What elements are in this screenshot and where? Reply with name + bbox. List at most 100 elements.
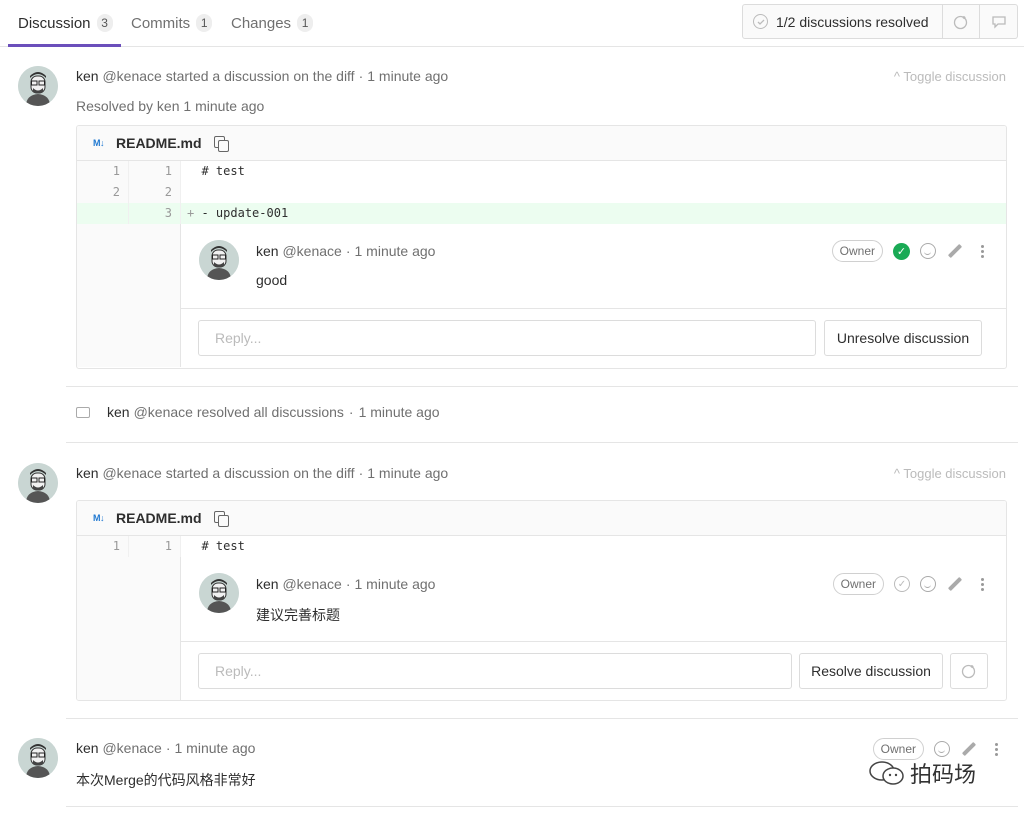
markdown-icon: M↓ (93, 513, 105, 523)
reply-row: Reply... Unresolve discussion (181, 309, 1006, 367)
tab-count-badge: 3 (96, 14, 113, 32)
new-issue-button[interactable] (950, 653, 988, 689)
separator: · (358, 465, 364, 481)
tab-label: Commits (131, 14, 191, 32)
timestamp[interactable]: 1 minute ago (355, 576, 436, 592)
tab-discussion[interactable]: Discussion 3 (18, 0, 113, 46)
note-actions: Owner ✓ (831, 240, 992, 262)
more-actions-icon[interactable] (988, 740, 1006, 758)
author-handle[interactable]: @kenace (282, 576, 341, 592)
new-line-number[interactable]: 1 (129, 161, 181, 182)
system-note-text: @kenace resolved all discussions (133, 404, 344, 420)
markdown-icon: M↓ (93, 138, 105, 148)
new-line-number[interactable]: 2 (129, 182, 181, 203)
timestamp[interactable]: 1 minute ago (359, 404, 440, 420)
old-line-number[interactable]: 2 (77, 182, 129, 203)
active-tab-indicator (8, 44, 121, 47)
tab-bar: Discussion 3 Commits 1 Changes 1 1/2 dis… (0, 0, 1024, 47)
diff-line: 1 1 # test (77, 161, 1006, 182)
unresolve-discussion-button[interactable]: Unresolve discussion (824, 320, 982, 356)
file-header: M↓ README.md (77, 501, 1006, 536)
copy-icon[interactable] (213, 511, 229, 527)
author-handle[interactable]: @kenace (102, 740, 161, 756)
tab-label: Discussion (18, 14, 91, 32)
smiley-icon[interactable] (934, 741, 950, 757)
file-name[interactable]: README.md (116, 135, 202, 151)
more-actions-icon[interactable] (974, 242, 992, 260)
author-name[interactable]: ken (76, 740, 99, 756)
resolved-check-icon[interactable]: ✓ (893, 242, 910, 260)
code-line: # test (181, 536, 1006, 557)
toggle-label: Toggle discussion (903, 69, 1006, 84)
timestamp[interactable]: 1 minute ago (175, 740, 256, 756)
avatar[interactable] (18, 738, 58, 778)
resolve-check-icon[interactable]: ✓ (894, 576, 910, 592)
discussion-header: ken @kenace started a discussion on the … (76, 465, 448, 481)
author-handle[interactable]: @kenace (102, 465, 161, 481)
avatar[interactable] (199, 573, 239, 613)
edit-icon[interactable] (946, 575, 964, 593)
create-issue-button[interactable] (980, 5, 1017, 38)
timestamp[interactable]: 1 minute ago (355, 243, 436, 259)
notes-gutter (77, 224, 181, 367)
resolved-status-text: 1/2 discussions resolved (776, 13, 929, 30)
divider (66, 718, 1018, 719)
diff-line: 2 2 (77, 182, 1006, 203)
reply-input[interactable]: Reply... (198, 320, 816, 356)
new-line-number[interactable]: 1 (129, 536, 181, 557)
comment-body: 本次Merge的代码风格非常好 (76, 772, 256, 788)
add-reaction-icon (961, 664, 976, 679)
comment-icon (991, 15, 1006, 29)
old-line-number[interactable] (77, 203, 129, 224)
author-handle[interactable]: @kenace (282, 243, 341, 259)
author-name[interactable]: ken (107, 404, 130, 420)
code-text: - update-001 (201, 206, 289, 220)
toggle-discussion-button[interactable]: ^ Toggle discussion (894, 69, 1006, 84)
jump-to-unresolved-button[interactable] (943, 5, 980, 38)
avatar[interactable] (199, 240, 239, 280)
note: ken @kenace · 1 minute ago Owner ✓ 建议完善标题 (181, 557, 1006, 642)
new-line-number[interactable]: 3 (129, 203, 181, 224)
smiley-icon[interactable] (920, 576, 936, 592)
discussion-header: ken @kenace started a discussion on the … (76, 68, 448, 84)
author-name[interactable]: ken (256, 576, 279, 592)
comment-icon (76, 406, 90, 418)
resolve-discussion-button[interactable]: Resolve discussion (799, 653, 943, 689)
toggle-discussion-button[interactable]: ^ Toggle discussion (894, 466, 1006, 481)
separator: · (345, 243, 351, 259)
avatar[interactable] (18, 463, 58, 503)
timestamp[interactable]: 1 minute ago (367, 465, 448, 481)
note-header: ken @kenace · 1 minute ago (256, 243, 435, 259)
old-line-number[interactable]: 1 (77, 161, 129, 182)
discussions-resolved-counter: 1/2 discussions resolved (742, 4, 1018, 39)
reply-input[interactable]: Reply... (198, 653, 792, 689)
note: ken @kenace · 1 minute ago Owner ✓ good (181, 224, 1006, 309)
tab-changes[interactable]: Changes 1 (231, 0, 314, 46)
notes-area: ken @kenace · 1 minute ago Owner ✓ good Re… (77, 224, 1006, 367)
timestamp[interactable]: 1 minute ago (367, 68, 448, 84)
avatar[interactable] (18, 66, 58, 106)
file-name[interactable]: README.md (116, 510, 202, 526)
tab-label: Changes (231, 14, 292, 32)
author-handle[interactable]: @kenace (102, 68, 161, 84)
copy-icon[interactable] (213, 136, 229, 152)
separator: · (348, 404, 354, 420)
added-sign: + (187, 206, 195, 220)
smiley-icon[interactable] (920, 243, 936, 259)
comment-header: ken @kenace · 1 minute ago (76, 740, 255, 756)
discussion-action: started a discussion on the diff (165, 465, 355, 481)
notes-list: ken @kenace · 1 minute ago Owner ✓ good Re… (181, 224, 1006, 367)
author-name[interactable]: ken (76, 68, 99, 84)
edit-icon[interactable] (946, 242, 964, 260)
watermark-text: 拍码场 (910, 762, 977, 787)
edit-icon[interactable] (960, 740, 978, 758)
tab-commits[interactable]: Commits 1 (131, 0, 213, 46)
old-line-number[interactable]: 1 (77, 536, 129, 557)
author-name[interactable]: ken (76, 465, 99, 481)
note-header: ken @kenace · 1 minute ago (256, 576, 435, 592)
tab-count-badge: 1 (297, 14, 314, 32)
more-actions-icon[interactable] (974, 575, 992, 593)
chevron-up-icon: ^ (893, 69, 900, 84)
divider (66, 386, 1018, 387)
author-name[interactable]: ken (256, 243, 279, 259)
